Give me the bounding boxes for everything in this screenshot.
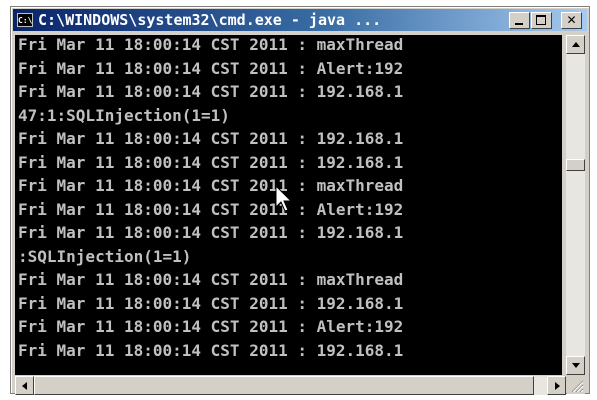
cmd-icon[interactable]: C:\ [17,13,33,27]
console-line: Fri Mar 11 18:00:14 CST 2011 : 192.168.1 [18,152,404,172]
arrow-up-icon [572,42,580,47]
console-line: Fri Mar 11 18:00:14 CST 2011 : 192.168.1 [18,129,404,148]
console-line: 47:1:SQLInjection(1=1) [18,105,230,125]
scroll-left-button[interactable] [15,376,34,395]
horizontal-scroll-thumb[interactable] [34,376,534,395]
minimize-icon [515,23,523,25]
window-title: C:\WINDOWS\system32\cmd.exe - java ... [38,11,382,29]
arrow-right-icon [555,382,560,390]
maximize-button[interactable] [531,12,552,29]
arrow-down-icon [572,363,580,368]
console-line: Fri Mar 11 18:00:14 CST 2011 : 192.168.1 [18,340,404,360]
console-line: Fri Mar 11 18:00:14 CST 2011 : maxThread [18,270,404,289]
console-line: Fri Mar 11 18:00:14 CST 2011 : Alert:192 [18,317,404,336]
vertical-scroll-thumb[interactable] [566,159,585,171]
console-line: Fri Mar 11 18:00:14 CST 2011 : 192.168.1 [18,293,404,313]
horizontal-scrollbar[interactable] [15,376,566,395]
console-line: Fri Mar 11 18:00:14 CST 2011 : 192.168.1 [18,223,404,242]
console-line: Fri Mar 11 18:00:14 CST 2011 : maxThread [18,35,404,54]
console-line: :SQLInjection(1=1) [18,246,192,266]
resize-grip-icon[interactable] [567,377,585,394]
title-bar[interactable]: C:\ C:\WINDOWS\system32\cmd.exe - java .… [13,9,587,31]
console-line: Fri Mar 11 18:00:14 CST 2011 : Alert:192 [18,58,404,78]
scroll-down-button[interactable] [566,356,585,375]
console-window: C:\ C:\WINDOWS\system32\cmd.exe - java .… [10,6,590,395]
minimize-button[interactable] [509,12,530,29]
vertical-scrollbar[interactable] [566,35,585,375]
console-line: Fri Mar 11 18:00:14 CST 2011 : 192.168.1 [18,82,404,101]
close-icon: ✕ [566,13,577,27]
mouse-pointer-icon [275,185,293,212]
scroll-up-button[interactable] [566,35,585,54]
close-button[interactable]: ✕ [561,12,582,29]
maximize-icon [536,15,546,25]
arrow-left-icon [22,382,27,390]
scroll-right-button[interactable] [547,376,566,395]
